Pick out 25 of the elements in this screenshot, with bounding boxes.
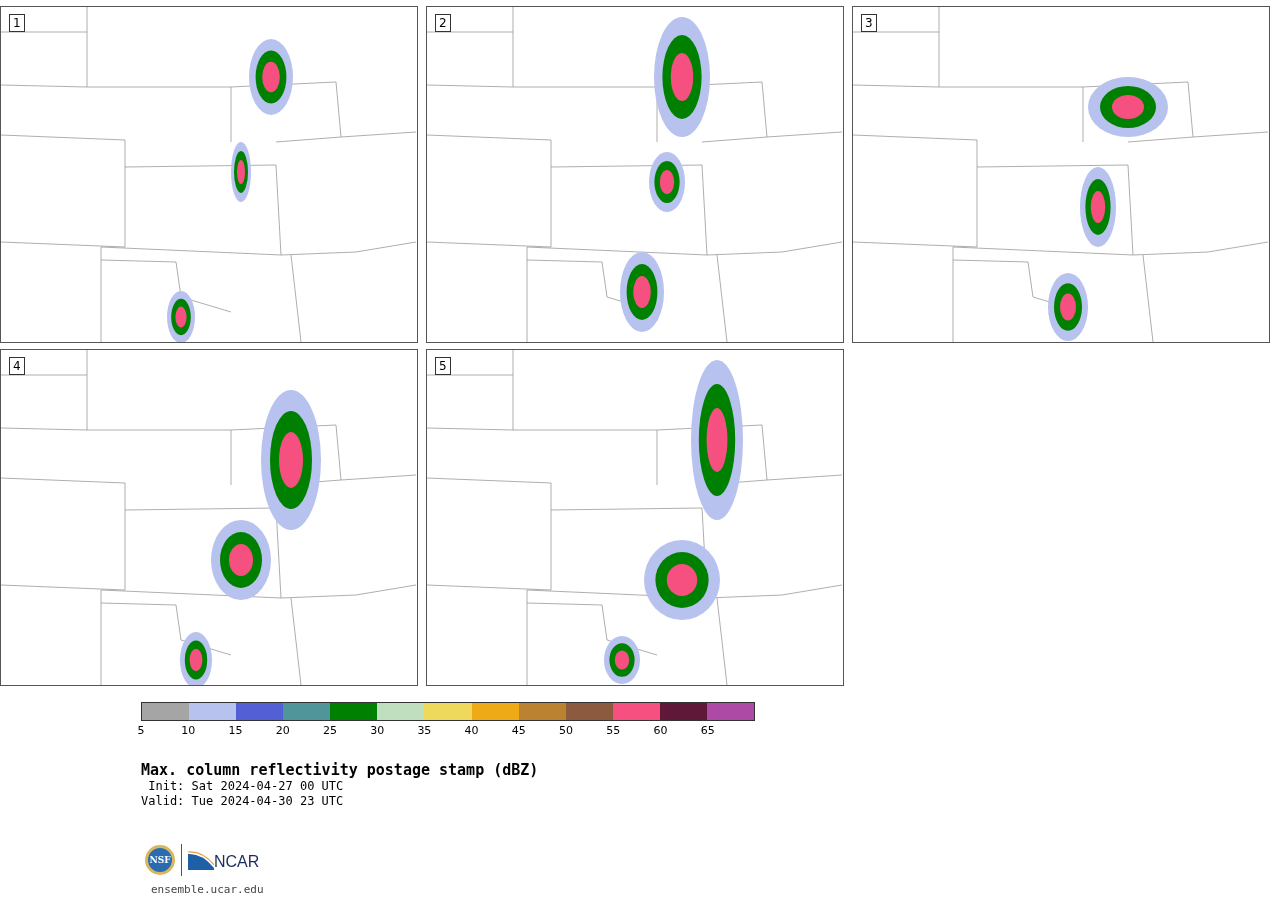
panel-number: 3 (861, 14, 877, 32)
panel-number: 5 (435, 357, 451, 375)
tick-label: 40 (464, 724, 479, 737)
valid-time: Valid: Tue 2024-04-30 23 UTC (141, 794, 345, 809)
tick-label: 55 (606, 724, 621, 737)
tick-label: 10 (181, 724, 196, 737)
tick-label: 25 (322, 724, 337, 737)
panel-number: 1 (9, 14, 25, 32)
seal-logo: NSF (145, 845, 175, 875)
panel-number: 4 (9, 357, 25, 375)
website-url: ensemble.ucar.edu (151, 883, 265, 896)
tick-label: 20 (275, 724, 290, 737)
tick-label: 65 (700, 724, 715, 737)
chart-title: Max. column reflectivity postage stamp (dBZ) (141, 761, 540, 779)
ncar-wordmark: NCAR (214, 854, 260, 870)
tick-label: 15 (228, 724, 243, 737)
swoosh-icon (188, 850, 214, 870)
tick-label: 5 (137, 724, 145, 737)
tick-label: 50 (559, 724, 574, 737)
init-time: Init: Sat 2024-04-27 00 UTC (147, 779, 345, 794)
tick-label: 45 (511, 724, 526, 737)
tick-label: 60 (653, 724, 668, 737)
tick-label: 30 (370, 724, 385, 737)
panel-number: 2 (435, 14, 451, 32)
tick-label: 35 (417, 724, 432, 737)
